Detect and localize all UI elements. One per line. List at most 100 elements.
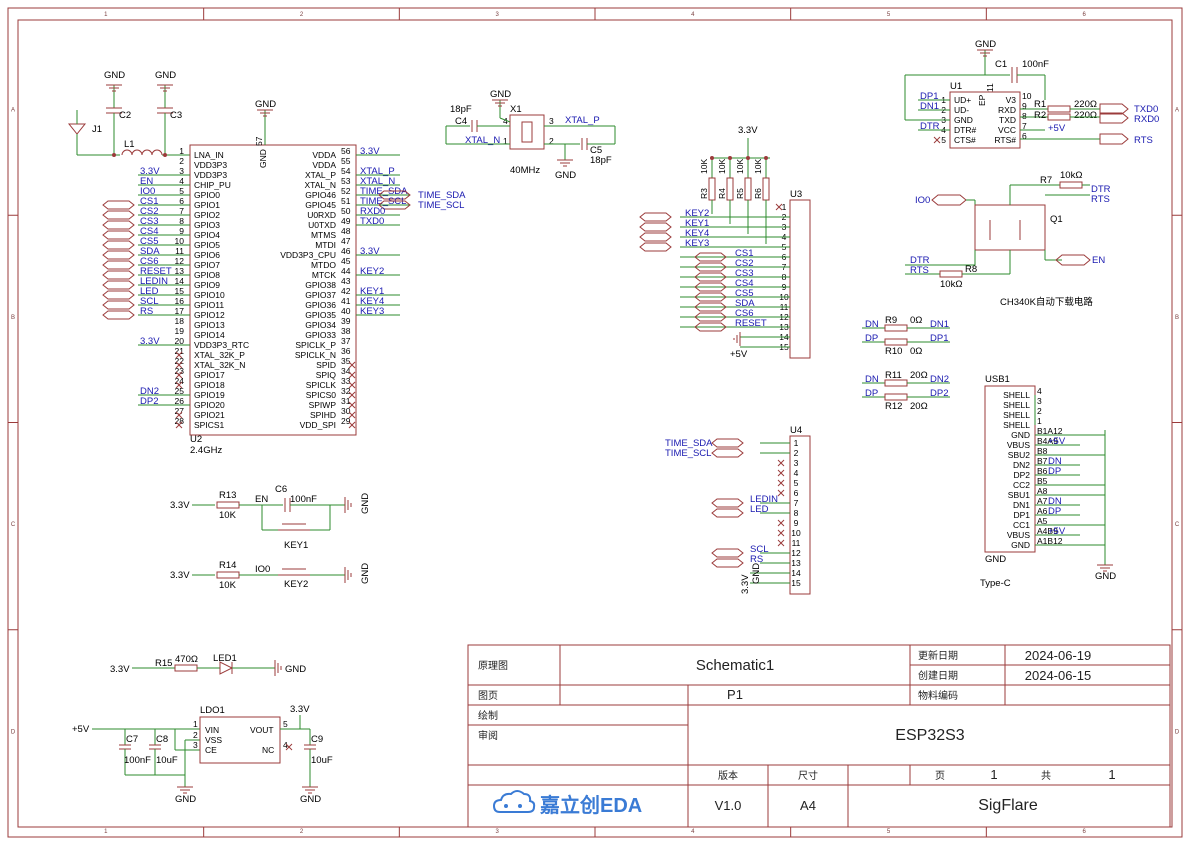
u4-pin-num: 3 [794,458,799,468]
u2-pin-name: CHIP_PU [194,180,231,190]
u2-right-net: 3.3V [360,146,380,157]
r8-value: 10kΩ [940,279,962,290]
u2-pin-name: GPIO3 [194,220,220,230]
u2-pin-num: 29 [341,416,351,426]
u3-res-ref: R5 [735,188,745,199]
tb-review-label: 审阅 [478,729,498,742]
u2-right-net: KEY2 [360,266,384,277]
ch340-caption: CH340K自动下载电路 [1000,296,1093,308]
u2-pin-name: GPIO21 [194,410,225,420]
tb-size-label: 尺寸 [798,769,818,782]
u2-pin-name: XTAL_32K_N [194,360,245,370]
usb1-pin-name: DN1 [1013,500,1030,510]
usb1-pin-name: CC1 [1013,520,1030,530]
ldo-gnd-right: GND [300,794,321,805]
u2-pin-num: 35 [341,356,351,366]
u2-pin-name: GPIO38 [305,280,336,290]
usb1-pin-name: SHELL [1003,390,1030,400]
frame-row-right: B [1175,315,1179,321]
usb1-net: DP [1048,506,1061,517]
usb1-net: DP [1048,466,1061,477]
usb1-caption: Type-C [980,578,1011,589]
r7-label: R7 [1040,175,1052,186]
tb-drawn-label: 绘制 [478,709,498,722]
u4-net: TIME_SCL [665,448,711,459]
u2-pin-name: SPICS1 [194,420,225,430]
c3-gnd-label: GND [155,70,176,81]
u2-pin-name: GPIO20 [194,400,225,410]
u2-pin-name: XTAL_N [305,180,337,190]
frame-row-left: D [11,729,16,735]
x1-freq: 40MHz [510,165,540,176]
ldo-out: 3.3V [290,704,310,715]
usb1-pin-name: SBU1 [1008,490,1030,500]
tb-create-date-label: 创建日期 [918,669,958,682]
tb-page-label: 图页 [478,690,498,702]
u2-left-net: 3.3V [140,336,160,347]
u2-pin-name: GPIO19 [194,390,225,400]
u3-res-val: 10K [735,159,745,174]
key1-gnd: GND [360,493,371,514]
ldo-gnd-left: GND [175,794,196,805]
usb1-pin-name: GND [1011,540,1030,550]
u4-pin-num: 7 [794,498,799,508]
r1-label: R1 [1034,99,1046,110]
c5-value: 18pF [590,155,612,166]
u2-pin-num: 50 [341,206,351,216]
ldo-ce: CE [205,745,217,755]
u2-pin-num: 34 [341,366,351,376]
usb1-pin-name: DP1 [1013,510,1030,520]
u4-pin-num: 13 [791,558,801,568]
u3-res-val: 10K [699,159,709,174]
u2-pin-num: 32 [341,386,351,396]
u2-pin-name: GPIO45 [305,200,336,210]
usb-res-net-out: DN1 [930,319,949,330]
u2-right-net-ext: TIME_SCL [418,200,464,211]
frame-row-right: A [1175,108,1179,114]
u2-pin-name: XTAL_32K_P [194,350,245,360]
u2-pin-name: U0RXD [307,210,336,220]
usb1-pin-num: 4 [1037,386,1042,396]
c3-label: C3 [170,110,182,121]
u2-pin-name: GPIO14 [194,330,225,340]
u2-pin-num: 46 [341,246,351,256]
u3-res-ref: R3 [699,188,709,199]
u2-gnd-net: GND [255,99,276,110]
frame-row-right: C [1175,522,1180,528]
r13-label: R13 [219,490,236,501]
u4-pin-num: 12 [791,548,801,558]
led-supply: 3.3V [110,664,130,675]
u2-pin-num: 39 [341,316,351,326]
usb1-pin-name: CC2 [1013,480,1030,490]
tb-update-date: 2024-06-19 [1025,648,1092,663]
u4-pin-num: 5 [794,478,799,488]
u2-pin-name: GPIO11 [194,300,224,310]
u2-pin-name: VDD3P3 [194,160,227,170]
u4-pin-num: 1 [794,438,799,448]
u2-pin-name: SPIQ [316,370,337,380]
c4-label: C4 [455,116,467,127]
u2-pin-num: 37 [341,336,351,346]
tb-size: A4 [800,798,816,813]
u2-pin-name: SPIHD [310,410,336,420]
u2-pin-name: SPICLK_N [295,350,336,360]
l1-label: L1 [124,139,135,150]
tb-schematic-value: Schematic1 [696,657,774,674]
u3-5v: +5V [730,349,748,360]
u2-pin-name: GPIO9 [194,280,220,290]
usb-res-ref: R11 [885,370,902,381]
c6-value: 100nF [290,494,317,505]
u2-pin-name: MTDI [315,240,336,250]
u3-net: RESET [735,318,767,329]
u2-top-pin-num: 57 [254,136,264,146]
u2-pin-num: 56 [341,146,351,156]
usb-res-net-in: DN [865,374,879,385]
key1-label: KEY1 [284,540,308,551]
u1-pin-name: RXD [998,105,1016,115]
r14-value: 10K [219,580,237,591]
u2-pin-name: GPIO33 [305,330,336,340]
r14-label: R14 [219,560,236,571]
usb1-gnd: GND [1095,571,1116,582]
ch340-vcc: +5V [1048,123,1066,134]
u2-pin-num: 38 [341,326,351,336]
